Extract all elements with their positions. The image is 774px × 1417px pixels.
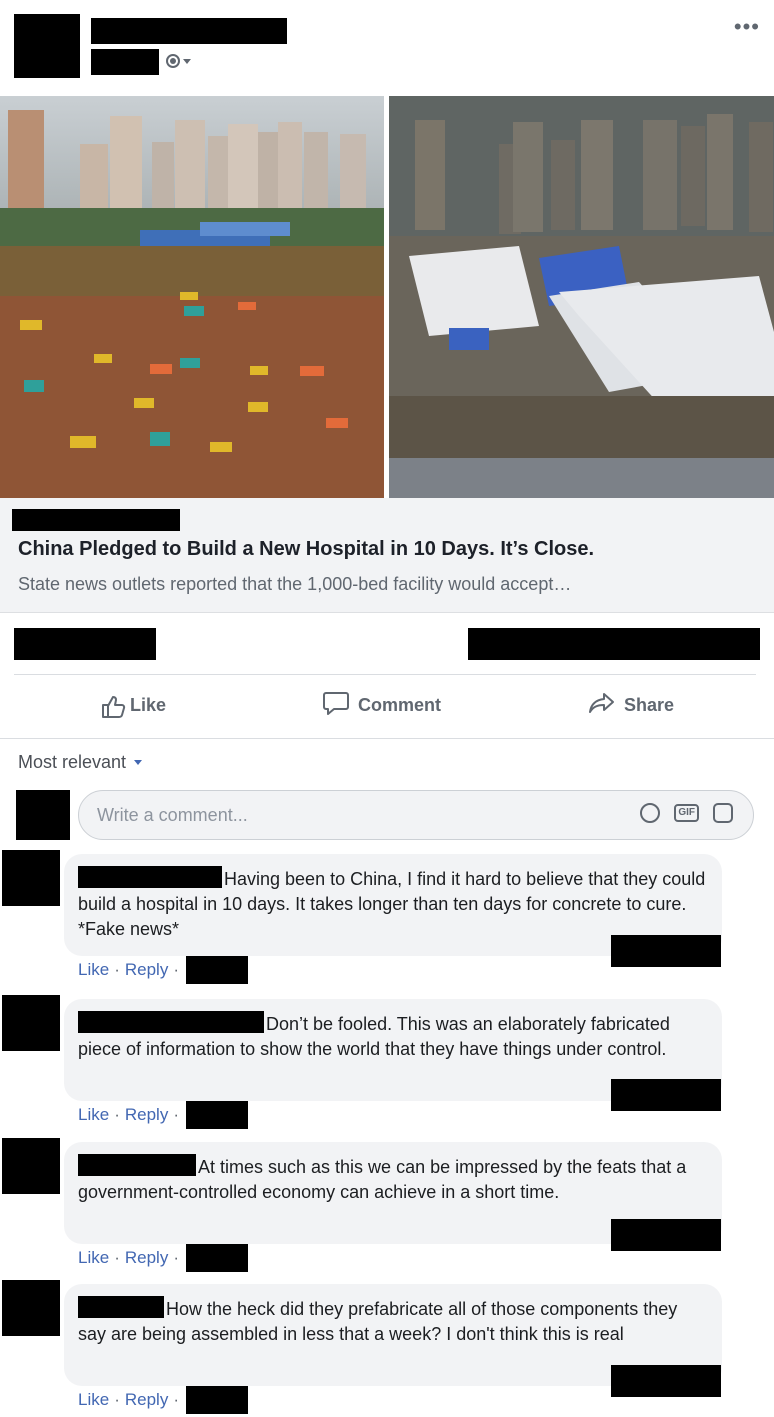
comment-reply-link[interactable]: Reply [125,1105,168,1125]
comment-time-redacted[interactable] [186,1101,248,1129]
comment-sort-dropdown[interactable]: Most relevant [18,752,143,773]
like-button[interactable]: Like [100,682,166,728]
comment-input-placeholder: Write a comment... [97,804,248,825]
sort-label: Most relevant [18,752,127,772]
comment-label: Comment [358,694,442,715]
emoji-icon[interactable] [640,803,661,823]
comment-actions: Like · Reply · [78,1244,248,1272]
poster-name-redacted[interactable] [91,18,287,44]
link-source-redacted [12,509,180,531]
comment-like-link[interactable]: Like [78,1105,109,1125]
post-date-redacted[interactable] [91,49,159,75]
comment-reply-link[interactable]: Reply [125,1390,168,1410]
share-arrow-icon [588,691,616,720]
comment-like-link[interactable]: Like [78,1390,109,1410]
commenter-avatar-redacted[interactable] [2,850,60,906]
comment-reactions-redacted[interactable] [611,1219,721,1251]
link-title[interactable]: China Pledged to Build a New Hospital in… [18,538,594,561]
privacy-selector[interactable] [166,54,191,68]
finished-hospital-photo[interactable] [389,96,774,498]
comment-time-redacted[interactable] [186,1386,248,1414]
comment-reply-link[interactable]: Reply [125,1248,168,1268]
comment-reply-link[interactable]: Reply [125,960,168,980]
share-button[interactable]: Share [588,682,674,728]
commenter-name-redacted[interactable] [78,1154,196,1176]
gif-icon[interactable]: GIF [674,804,699,822]
commenter-avatar-redacted[interactable] [2,1280,60,1336]
commenter-name-redacted[interactable] [78,866,222,888]
thumbs-up-icon [100,694,126,718]
current-user-avatar-redacted [16,790,70,840]
comment-actions: Like · Reply · [78,1386,248,1414]
more-options-button[interactable]: ••• [734,14,760,40]
comment-bubble-icon [322,690,350,721]
globe-icon [166,54,180,68]
share-label: Share [624,694,675,715]
comment-actions: Like · Reply · [78,956,248,984]
comment-time-redacted[interactable] [186,956,248,984]
commenter-avatar-redacted[interactable] [2,1138,60,1194]
comment-like-link[interactable]: Like [78,1248,109,1268]
link-preview-images[interactable] [0,96,774,498]
commenter-name-redacted[interactable] [78,1011,264,1033]
comment-like-link[interactable]: Like [78,960,109,980]
caret-down-icon [134,760,143,765]
comment-actions: Like · Reply · [78,1101,248,1129]
comment-reactions-redacted[interactable] [611,1365,721,1397]
sticker-icon[interactable] [713,803,733,823]
commenter-name-redacted[interactable] [78,1296,164,1318]
post-header: ••• [0,0,774,92]
commenter-avatar-redacted[interactable] [2,995,60,1051]
post-action-bar: Like Comment Share [0,682,774,728]
caret-down-icon [183,58,191,64]
comments-shares-count-redacted[interactable] [468,628,760,660]
divider [14,674,756,675]
comment-input-tools: GIF [640,803,733,823]
divider [0,738,774,739]
like-label: Like [130,694,167,715]
write-comment-input[interactable]: Write a comment... GIF [78,790,754,840]
reaction-count-redacted[interactable] [14,628,156,660]
comment-time-redacted[interactable] [186,1244,248,1272]
construction-site-photo[interactable] [0,96,384,498]
comment-reactions-redacted[interactable] [611,935,721,967]
link-description: State news outlets reported that the 1,0… [18,574,572,594]
poster-avatar-redacted[interactable] [14,14,80,78]
comment-button[interactable]: Comment [322,682,441,728]
comment-reactions-redacted[interactable] [611,1079,721,1111]
comment-text: How the heck did they prefabricate all o… [78,1299,678,1344]
